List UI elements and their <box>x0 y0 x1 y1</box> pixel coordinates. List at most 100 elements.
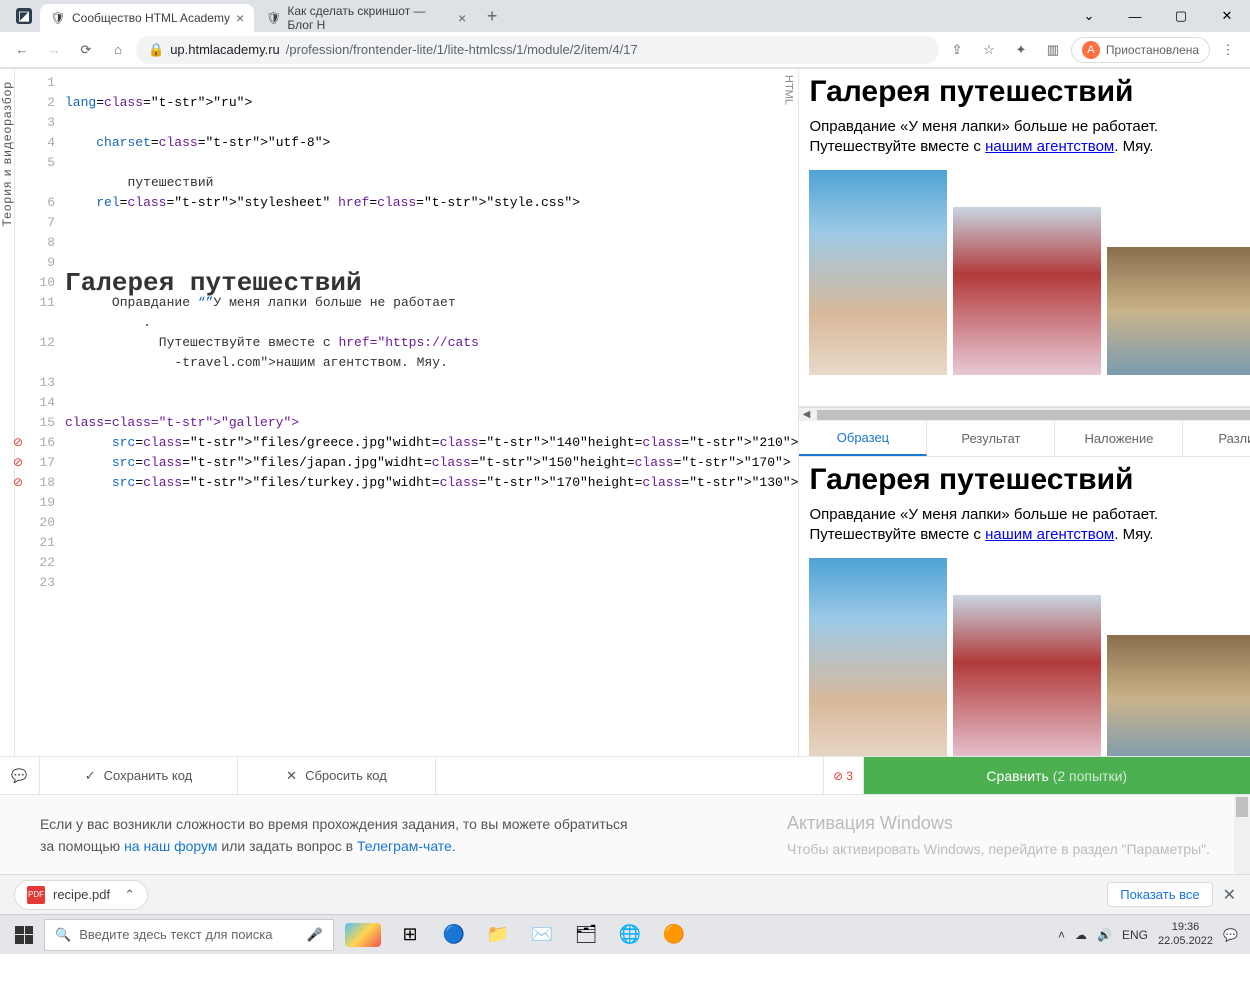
close-icon[interactable]: × <box>458 10 466 26</box>
dropdown-icon[interactable]: ⌄ <box>1066 0 1112 32</box>
system-tray: ˄ ☁ 🔊 ENG 19:3622.05.2022 💬 <box>1058 921 1246 947</box>
reset-button[interactable]: ✕Сбросить код <box>238 757 436 794</box>
pdf-icon: PDF <box>27 886 45 904</box>
gallery-image-greece <box>809 170 947 375</box>
back-button[interactable]: ← <box>8 36 36 64</box>
clock[interactable]: 19:3622.05.2022 <box>1158 921 1213 947</box>
tab-result[interactable]: Результат <box>927 421 1055 456</box>
downloads-bar: PDF recipe.pdf ⌃ Показать все ✕ <box>0 874 1250 914</box>
sample-text: Оправдание «У меня лапки» больше не рабо… <box>809 505 1250 546</box>
share-icon[interactable]: ⇪ <box>943 36 971 64</box>
compare-button[interactable]: Сравнить (2 попытки) <box>864 757 1250 794</box>
line-gutter: 1234567891011121314151617181920212223 <box>15 69 65 756</box>
gallery-image-greece <box>809 558 947 757</box>
cloud-icon[interactable]: ☁ <box>1075 928 1087 942</box>
search-icon: 🔍 <box>55 927 71 943</box>
check-icon: ✓ <box>85 768 96 784</box>
sidebar-label: Теория и видеоразбор <box>0 81 14 226</box>
error-count[interactable]: ⊘3 <box>824 757 864 794</box>
browser-tab-strip: ◪ 🛡 Сообщество HTML Academy × 🛡 Как сдел… <box>0 0 1250 32</box>
extensions-icon[interactable]: ✦ <box>1007 36 1035 64</box>
mail-icon[interactable]: ✉️ <box>520 915 564 955</box>
preview-sample: Галерея путешествий Оправдание «У меня л… <box>799 457 1250 756</box>
taskbar-search[interactable]: 🔍Введите здесь текст для поиска🎤 <box>44 919 334 951</box>
editor-toolbar: 💬 ✓Сохранить код ✕Сбросить код ⊘3 Сравни… <box>0 756 1250 794</box>
app-icon: ◪ <box>8 0 40 32</box>
gallery-image-japan <box>953 595 1101 757</box>
tab-sample[interactable]: Образец <box>799 421 927 456</box>
task-view-icon[interactable]: ⊞ <box>388 915 432 955</box>
error-icon: ⊘ <box>833 769 843 783</box>
show-all-button[interactable]: Показать все <box>1107 882 1212 907</box>
profile-status: Приостановлена <box>1106 43 1199 57</box>
windows-activation: Активация Windows Чтобы активировать Win… <box>787 809 1210 860</box>
page-scrollbar[interactable] <box>1234 795 1250 874</box>
save-button[interactable]: ✓Сохранить код <box>40 757 238 794</box>
tab-diff[interactable]: Различия <box>1183 421 1250 456</box>
app-icon[interactable]: 🟠 <box>652 915 696 955</box>
volume-icon[interactable]: 🔊 <box>1097 928 1112 942</box>
browser-tab-2[interactable]: 🛡 Как сделать скриншот — Блог H × <box>256 4 476 32</box>
close-icon[interactable]: ✕ <box>1223 885 1236 905</box>
code-editor[interactable]: HTML 12345678910111213141516171819202122… <box>15 69 799 756</box>
home-button[interactable]: ⌂ <box>104 36 132 64</box>
minimize-button[interactable]: — <box>1112 0 1158 32</box>
sidepanel-icon[interactable]: ▥ <box>1039 36 1067 64</box>
telegram-link[interactable]: Телеграм-чате <box>357 838 452 854</box>
sample-heading: Галерея путешествий <box>809 463 1250 497</box>
menu-icon[interactable]: ⋮ <box>1214 36 1242 64</box>
preview-result: Галерея путешествий Оправдание «У меня л… <box>799 69 1250 407</box>
profile-button[interactable]: А Приостановлена <box>1071 37 1210 63</box>
sample-link[interactable]: нашим агентством <box>985 526 1114 543</box>
chevron-up-icon[interactable]: ⌃ <box>124 887 135 903</box>
preview-heading: Галерея путешествий <box>809 75 1250 109</box>
close-icon: ✕ <box>286 768 297 784</box>
bookmark-icon[interactable]: ☆ <box>975 36 1003 64</box>
download-filename: recipe.pdf <box>53 887 110 902</box>
close-button[interactable]: ✕ <box>1204 0 1250 32</box>
shield-icon: 🛡 <box>266 10 281 26</box>
close-icon[interactable]: × <box>236 10 244 26</box>
maximize-button[interactable]: ▢ <box>1158 0 1204 32</box>
preview-text: Оправдание «У меня лапки» больше не рабо… <box>809 117 1250 158</box>
forum-link[interactable]: на наш форум <box>124 838 217 854</box>
forward-button[interactable]: → <box>40 36 68 64</box>
code-area[interactable]: lang=class="t-str">"ru"> charset=class="… <box>65 69 798 756</box>
chrome-icon[interactable]: 🌐 <box>608 915 652 955</box>
browser-tab-1[interactable]: 🛡 Сообщество HTML Academy × <box>40 4 254 32</box>
weather-widget[interactable] <box>338 919 388 951</box>
gallery-image-japan <box>953 207 1101 375</box>
start-button[interactable] <box>4 915 44 955</box>
lang-indicator[interactable]: ENG <box>1122 928 1148 942</box>
tray-chevron-icon[interactable]: ˄ <box>1058 928 1065 942</box>
mic-icon[interactable]: 🎤 <box>307 927 323 943</box>
url-path: /profession/frontender-lite/1/lite-htmlc… <box>286 42 638 57</box>
reload-button[interactable]: ⟳ <box>72 36 100 64</box>
preview-link[interactable]: нашим агентством <box>985 138 1114 155</box>
tab-title: Как сделать скриншот — Блог H <box>287 4 452 32</box>
preview-pane: + 100% − Галерея путешествий Оправдание … <box>799 69 1250 756</box>
edge-icon[interactable]: 🔵 <box>432 915 476 955</box>
chat-icon[interactable]: 💬 <box>0 757 40 794</box>
gallery <box>809 558 1250 757</box>
preview-tabs: Образец Результат Наложение Различия ? <box>799 421 1250 457</box>
gallery-image-turkey <box>1107 247 1250 375</box>
explorer-icon[interactable]: 🗂 <box>564 915 608 955</box>
new-tab-button[interactable]: + <box>478 6 506 27</box>
folder-icon[interactable]: 📁 <box>476 915 520 955</box>
h-scrollbar[interactable]: ◀▶ <box>799 407 1250 421</box>
windows-taskbar: 🔍Введите здесь текст для поиска🎤 ⊞ 🔵 📁 ✉… <box>0 914 1250 954</box>
tab-overlay[interactable]: Наложение <box>1055 421 1183 456</box>
address-bar: ← → ⟳ ⌂ 🔒 up.htmlacademy.ru/profession/f… <box>0 32 1250 68</box>
avatar: А <box>1082 41 1100 59</box>
shield-icon: 🛡 <box>50 10 66 26</box>
gallery-image-turkey <box>1107 635 1250 757</box>
notifications-icon[interactable]: 💬 <box>1223 928 1238 942</box>
window-controls: ⌄ — ▢ ✕ <box>1066 0 1250 32</box>
tab-title: Сообщество HTML Academy <box>72 11 230 25</box>
sidebar-theory[interactable]: Теория и видеоразбор <box>0 69 15 756</box>
editor-lang-label: HTML <box>782 75 794 105</box>
gallery <box>809 170 1250 375</box>
download-item[interactable]: PDF recipe.pdf ⌃ <box>14 880 148 910</box>
url-input[interactable]: 🔒 up.htmlacademy.ru/profession/frontende… <box>136 36 939 64</box>
